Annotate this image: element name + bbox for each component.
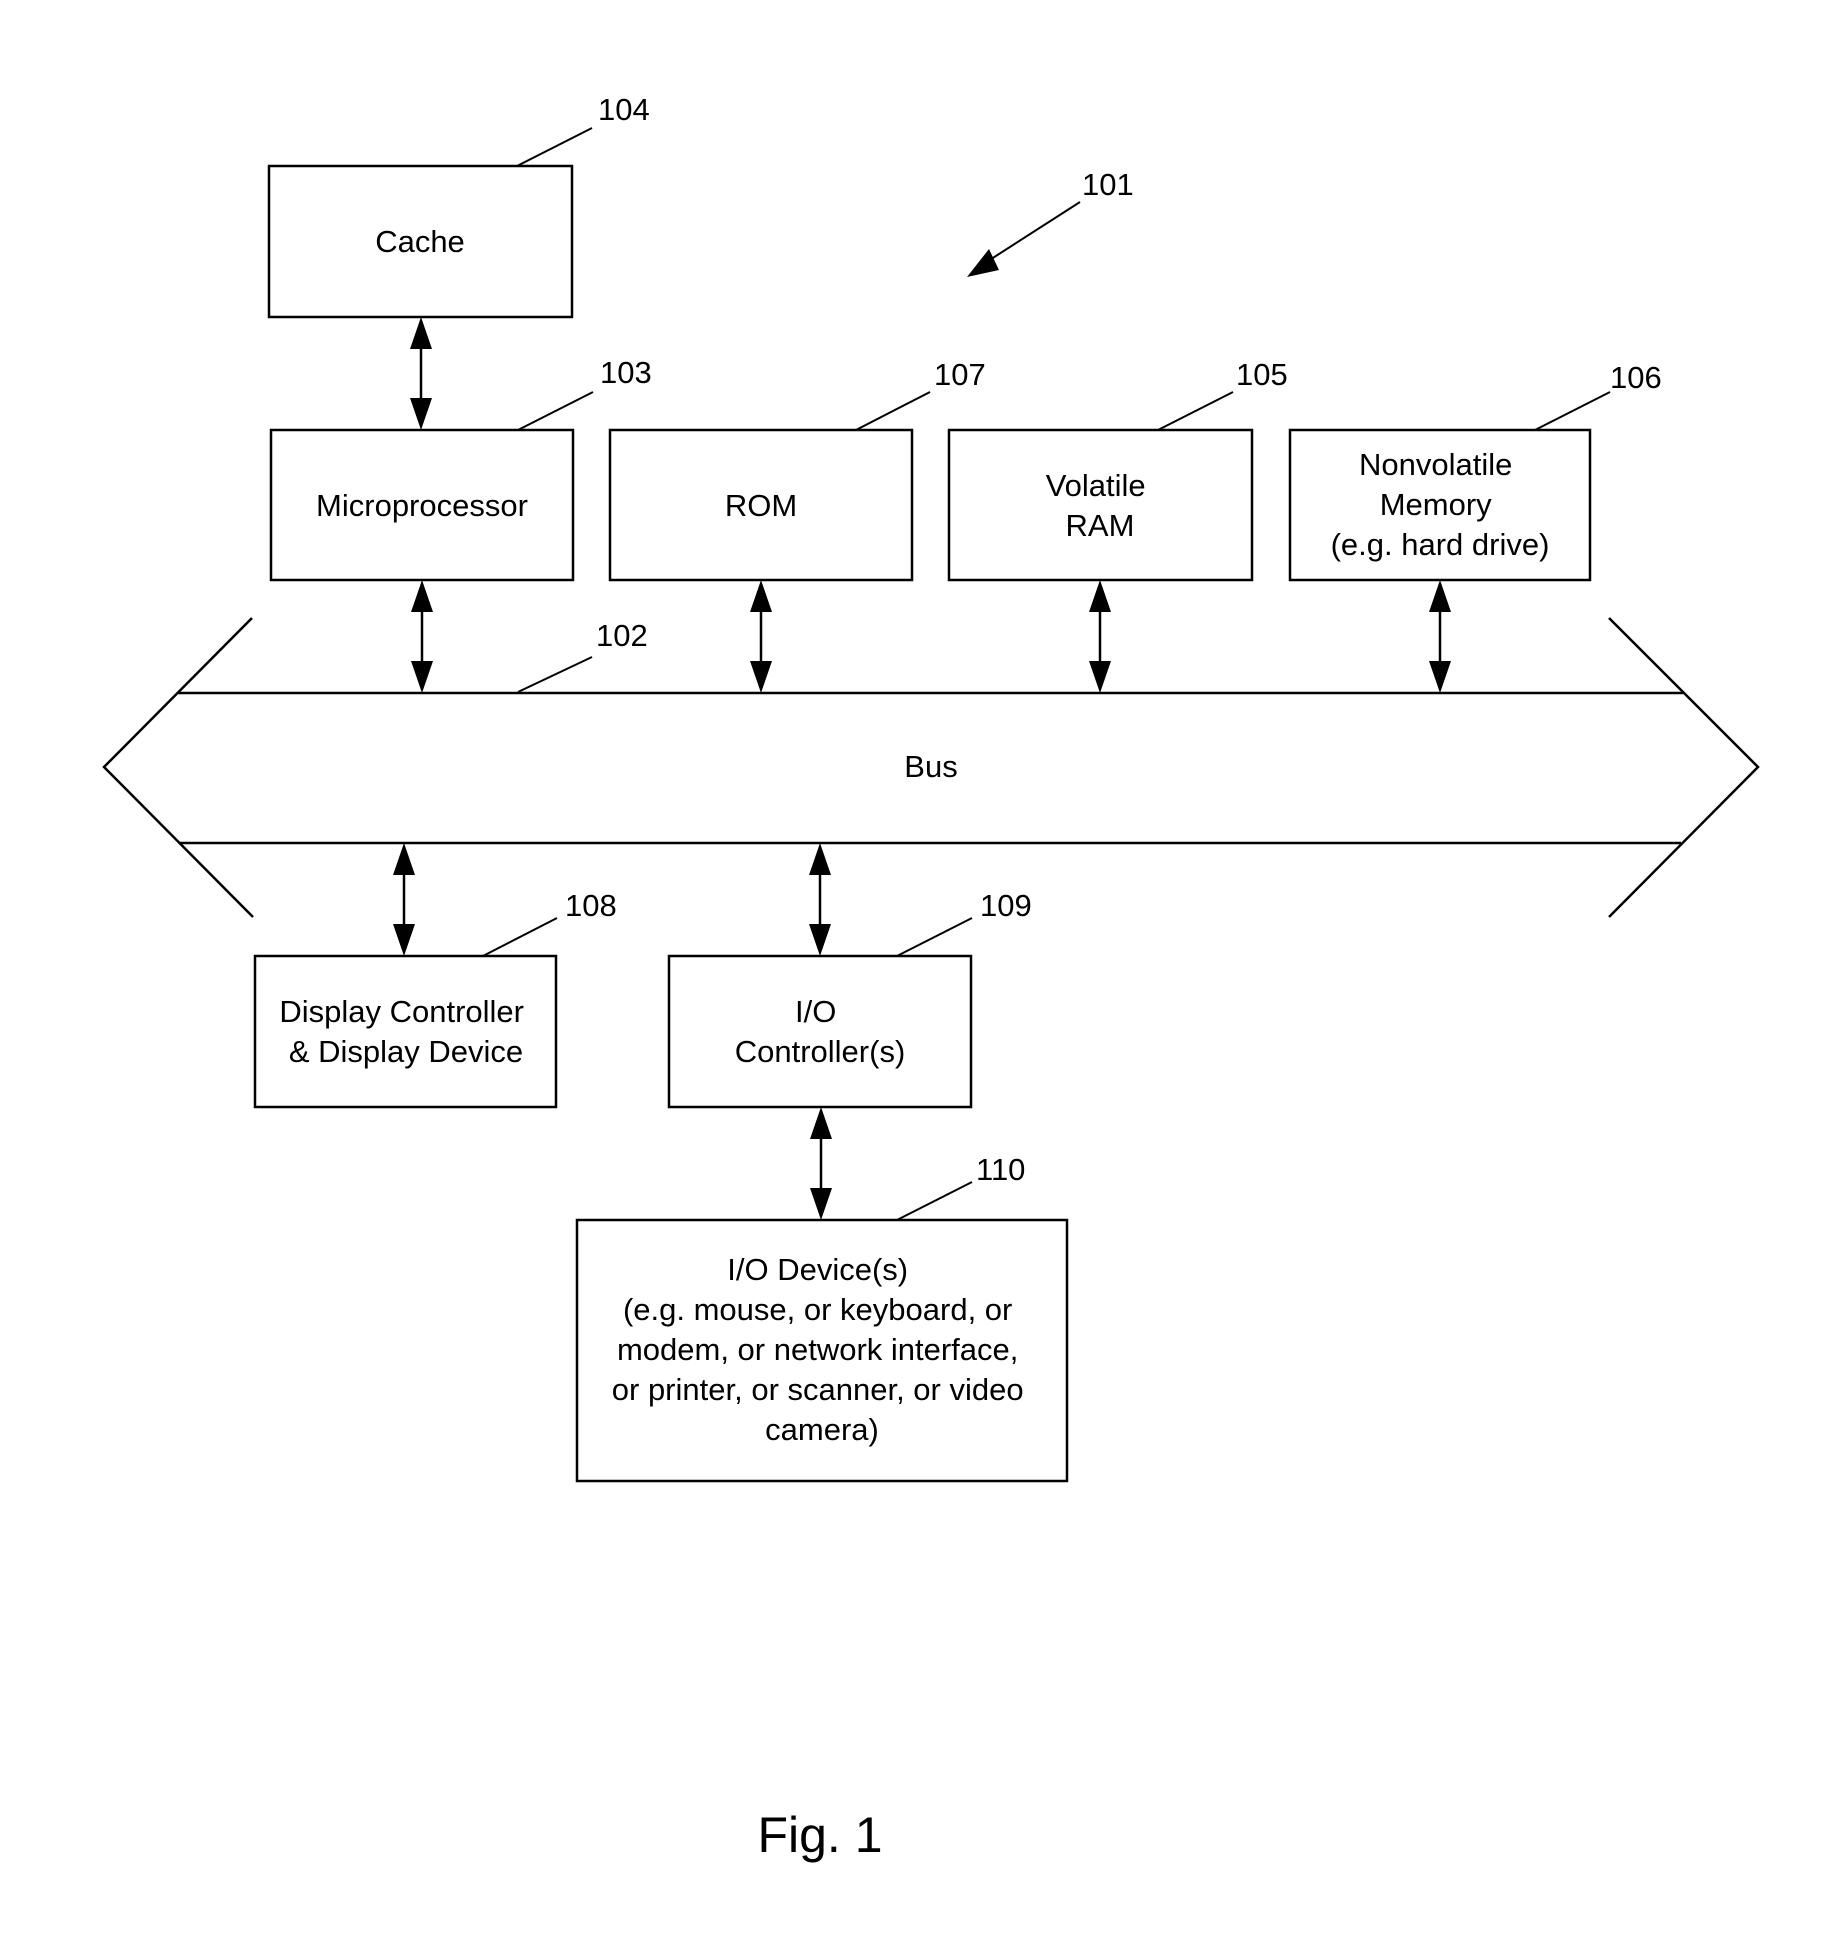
volatile-ram-box (947, 428, 1254, 582)
nonvolatile-memory-label-line: Memory (1380, 487, 1492, 522)
bus-right-arrowhead (1608, 617, 1760, 918)
cache-block: Cache 104 (267, 92, 650, 319)
display-ref-leader (482, 917, 558, 957)
volatile-ram-block: Volatile RAM 105 (947, 357, 1288, 582)
bus-label: Bus (904, 749, 957, 784)
volatile-ram-ref-number: 105 (1236, 357, 1288, 392)
display-ref-number: 108 (565, 888, 617, 923)
microprocessor-ref-leader (517, 391, 594, 431)
arrow-head-down (1089, 661, 1111, 693)
bus-left-arrowhead (102, 617, 254, 918)
io-controller-block: I/O Controller(s) 109 (667, 888, 1032, 1109)
io-devices-label-line: or printer, or scanner, or video (612, 1372, 1024, 1407)
arrow-head-down (411, 661, 433, 693)
arrow-bus-to-io-controller (809, 843, 831, 956)
display-label-line: & Display Device (289, 1034, 523, 1069)
rom-block: ROM 107 (608, 357, 986, 582)
io-devices-ref-number: 110 (976, 1152, 1025, 1187)
volatile-ram-label-line: Volatile (1046, 468, 1146, 503)
display-label-line: Display Controller (279, 994, 524, 1029)
bus: Bus 102 (102, 617, 1760, 918)
arrow-head-down (410, 398, 432, 430)
io-controller-box (667, 954, 973, 1109)
rom-label: ROM (725, 488, 797, 523)
nonvolatile-memory-label-line: (e.g. hard drive) (1331, 527, 1550, 562)
arrow-volatile-ram-to-bus (1089, 580, 1111, 693)
arrow-head-up (750, 580, 772, 612)
nonvolatile-memory-label-line: Nonvolatile (1359, 447, 1512, 482)
nonvolatile-memory-ref-number: 106 (1610, 360, 1662, 395)
display-block: Display Controller & Display Device 108 (253, 888, 617, 1109)
cache-ref-leader (516, 127, 593, 167)
bus-ref-number: 102 (596, 618, 648, 653)
figure-caption: Fig. 1 (757, 1807, 882, 1863)
arrow-rom-to-bus (750, 580, 772, 693)
arrow-cache-to-microprocessor (410, 317, 432, 430)
io-devices-label-line: (e.g. mouse, or keyboard, or (623, 1292, 1012, 1327)
arrow-io-controller-to-io-devices (810, 1107, 832, 1220)
rom-ref-number: 107 (934, 357, 986, 392)
rom-label-line: ROM (725, 488, 797, 523)
io-devices-ref-leader (896, 1181, 973, 1221)
arrow-head-up (410, 317, 432, 349)
system-ref-number: 101 (1082, 167, 1134, 202)
arrow-head-up (393, 843, 415, 875)
nonvolatile-memory-ref-leader (1534, 391, 1611, 431)
arrow-head-down (810, 1188, 832, 1220)
arrow-bus-to-display (393, 843, 415, 956)
arrow-head-down (1429, 661, 1451, 693)
io-devices-label-line: I/O Device(s) (727, 1252, 908, 1287)
io-devices-label-line: camera) (765, 1412, 879, 1447)
microprocessor-label: Microprocessor (316, 488, 528, 523)
arrow-head-down (809, 924, 831, 956)
microprocessor-ref-number: 103 (600, 355, 652, 390)
microprocessor-block: Microprocessor 103 (269, 355, 652, 582)
arrow-microprocessor-to-bus (411, 580, 433, 693)
io-devices-label-line: modem, or network interface, (617, 1332, 1018, 1367)
system-ref: 101 (967, 167, 1134, 277)
cache-label-line: Cache (375, 224, 465, 259)
volatile-ram-ref-leader (1157, 391, 1234, 431)
arrow-head-up (1429, 580, 1451, 612)
volatile-ram-label-line: RAM (1066, 508, 1135, 543)
arrow-head-up (810, 1107, 832, 1139)
system-ref-arrow-head (967, 249, 999, 277)
arrow-nonvolatile-memory-to-bus (1429, 580, 1451, 693)
arrow-head-up (411, 580, 433, 612)
bus-ref-leader (517, 656, 593, 693)
arrow-head-up (809, 843, 831, 875)
block-diagram: Bus 102 Cache 104 Microprocessor 103 ROM… (102, 92, 1760, 1863)
cache-label: Cache (375, 224, 465, 259)
arrow-head-down (750, 661, 772, 693)
microprocessor-label-line: Microprocessor (316, 488, 528, 523)
io-controller-ref-leader (896, 917, 973, 957)
arrow-head-down (393, 924, 415, 956)
io-controller-ref-number: 109 (980, 888, 1032, 923)
io-controller-label-line: Controller(s) (735, 1034, 906, 1069)
rom-ref-leader (855, 391, 931, 431)
system-ref-arrow-shaft (984, 201, 1081, 264)
cache-ref-number: 104 (598, 92, 650, 127)
io-controller-label-line: I/O (795, 994, 836, 1029)
display-box (253, 954, 558, 1109)
nonvolatile-memory-block: Nonvolatile Memory (e.g. hard drive) 106 (1288, 360, 1662, 582)
arrow-head-up (1089, 580, 1111, 612)
